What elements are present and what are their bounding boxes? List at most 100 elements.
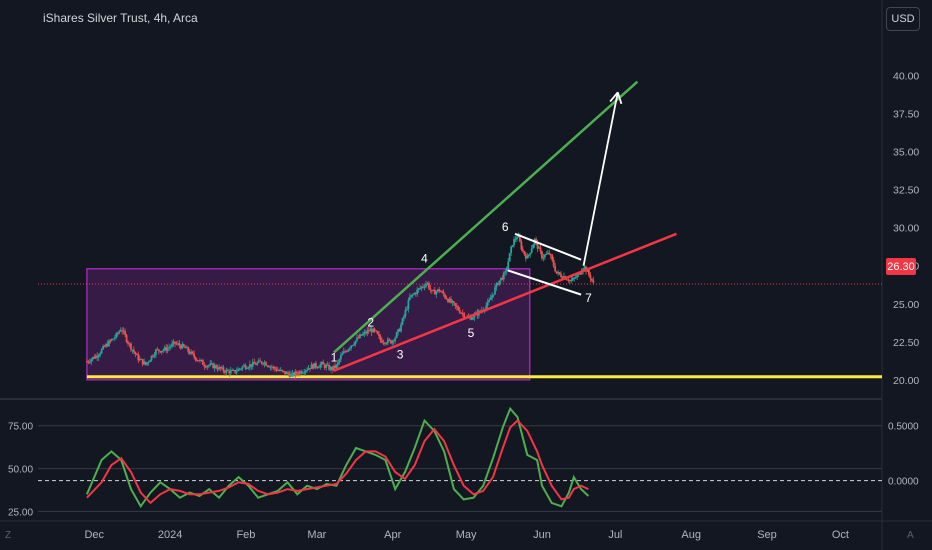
auto-scale-icon[interactable]: A [907,530,914,541]
candle-body [458,310,461,313]
candle-body [207,365,210,367]
candle-body [341,353,344,356]
candle-body [419,288,422,290]
candle-body [160,350,163,353]
candle-body [235,371,238,373]
time-tick-label: May [456,529,477,541]
candle-body [132,349,135,352]
candle-body [416,289,419,295]
candle-body [404,309,407,316]
candle-body [203,364,206,367]
candle-body [498,280,501,285]
candle-body [516,237,518,240]
candle-body [241,366,244,369]
candle-body [153,354,156,357]
wave-label-5: 5 [468,326,475,340]
price-tick-label: 30.00 [893,223,919,235]
candle-body [457,307,460,311]
candle-body [222,367,225,372]
price-tick-label: 37.50 [893,109,919,121]
candle-body [388,339,391,341]
candle-body [281,369,284,371]
candle-body [444,294,446,298]
candle-body [351,345,354,347]
price-tick-label: 25.00 [893,299,919,311]
osc-line-fast [85,406,590,509]
candle-body [260,361,263,364]
candle-body [226,369,229,371]
candle-body [169,346,172,348]
candle-body [187,347,190,352]
candle-body [113,337,116,339]
osc-right-tick: 0.0000 [888,477,919,488]
candle-body [381,340,383,343]
candle-body [548,252,551,255]
wave-label-6: 6 [502,220,509,234]
candle-body [589,274,592,279]
candle-body [549,254,552,256]
candle-body [407,299,410,309]
candle-body [400,324,402,332]
candle-body [472,317,474,320]
candle-body [526,255,529,259]
candle-body [590,278,593,281]
candle-body [287,372,289,374]
candle-body [182,344,185,347]
candle-body [353,344,355,346]
chart-area[interactable]: 123456740.0037.5035.0032.5030.0027.5025.… [0,0,932,550]
candle-body [588,269,590,275]
candle-body [171,343,173,347]
candle-body [428,282,430,289]
osc-right-tick: 0.5000 [888,422,919,433]
candle-body [491,295,493,299]
candle-body [545,253,548,255]
candle-body [560,274,562,277]
wave-label-3: 3 [397,348,404,362]
candle-body [295,371,298,374]
candle-body [508,253,511,262]
candle-body [523,251,526,255]
candle-body [118,331,121,334]
candle-body [335,364,338,369]
time-tick-label: 2024 [158,529,182,541]
currency-button[interactable]: USD [886,7,920,31]
candle-body [253,362,256,364]
candle-body [530,248,533,253]
candle-body [527,254,530,256]
candle-body [147,361,150,363]
candle-body [551,255,554,261]
timezone-icon[interactable]: Z [5,530,11,541]
range-box [86,268,531,381]
candle-body [394,337,397,342]
time-tick-label: Jul [608,529,622,541]
candle-body [265,362,267,366]
candle-body [290,373,292,377]
candle-body [486,301,489,306]
candle-body [378,334,380,337]
candle-body [542,257,545,259]
wave-label-2: 2 [367,316,374,330]
candle-body [435,291,438,295]
candle-body [315,363,317,367]
candle-body [319,364,322,368]
price-tick-label: 32.50 [893,185,919,197]
candle-body [347,349,350,352]
candle-body [592,280,595,283]
candle-body [127,341,129,344]
candle-body [507,261,510,269]
osc-left-tick: 75.00 [8,422,33,433]
candle-body [125,334,128,342]
candle-body [322,362,325,365]
candle-body [403,315,405,319]
candle-body [514,239,517,241]
candle-body [488,299,491,302]
candle-body [191,351,194,354]
candle-body [162,350,165,352]
candle-body [130,343,132,350]
candle-body [273,366,276,369]
osc-line-slow [86,419,589,505]
candle-body [166,347,169,351]
candle-body [247,367,250,369]
candle-body [201,360,204,365]
candle-body [100,349,103,354]
